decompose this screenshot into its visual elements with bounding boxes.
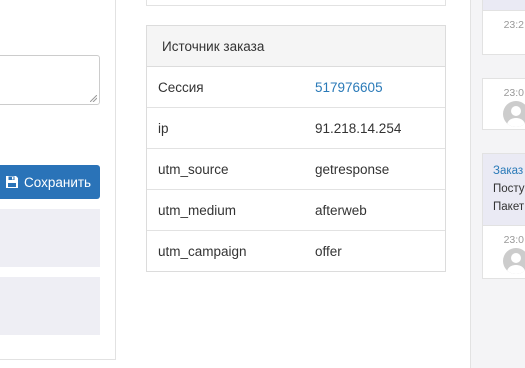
table-row: Сессия 517976605 — [147, 67, 445, 108]
save-button[interactable]: Сохранить — [0, 165, 100, 199]
resize-grip-icon[interactable] — [90, 95, 97, 102]
row-key: Сессия — [158, 79, 204, 95]
previous-card-bottom — [146, 0, 446, 6]
user-icon — [507, 253, 525, 274]
feed-item-header — [483, 0, 525, 11]
row-key: utm_campaign — [158, 243, 247, 259]
order-link[interactable]: Заказ — [493, 162, 525, 180]
order-source-title: Источник заказа — [147, 26, 445, 67]
avatar — [503, 248, 525, 274]
table-row: utm_campaign offer — [147, 231, 445, 271]
order-form-panel: Сохранить — [0, 0, 116, 360]
row-value: offer — [315, 243, 342, 259]
table-row: utm_source getresponse — [147, 149, 445, 190]
feed-item-time: 23:2 — [503, 19, 524, 31]
floppy-disk-icon — [6, 176, 18, 188]
save-button-label: Сохранить — [24, 174, 92, 190]
feed-item-time: 23:0 — [503, 234, 524, 246]
avatar — [503, 101, 525, 127]
feed-item[interactable]: 23:2 — [482, 0, 525, 55]
row-value: 91.218.14.254 — [315, 120, 402, 136]
activity-feed: 23:2 23:0 Заказ Посту Пакет 23:0 — [470, 0, 525, 368]
feed-item-line: Пакет — [493, 201, 525, 213]
row-value: afterweb — [315, 202, 367, 218]
feed-item-line: Посту — [493, 183, 525, 195]
feed-item-time: 23:0 — [503, 87, 524, 99]
row-value: getresponse — [315, 161, 390, 177]
row-key: utm_medium — [158, 202, 237, 218]
row-key: ip — [158, 120, 169, 136]
order-source-card: Источник заказа Сессия 517976605 ip 91.2… — [146, 25, 446, 272]
gray-placeholder-block — [0, 277, 100, 335]
table-row: utm_medium afterweb — [147, 190, 445, 231]
feed-item[interactable]: Заказ Посту Пакет 23:0 — [482, 153, 525, 279]
comment-textarea[interactable] — [0, 55, 100, 105]
gray-placeholder-block — [0, 209, 100, 267]
table-row: ip 91.218.14.254 — [147, 108, 445, 149]
session-link[interactable]: 517976605 — [315, 80, 383, 95]
row-key: utm_source — [158, 161, 229, 177]
feed-item[interactable]: 23:0 — [482, 78, 525, 130]
feed-item-header: Заказ Посту Пакет — [483, 154, 525, 226]
user-icon — [507, 106, 525, 127]
